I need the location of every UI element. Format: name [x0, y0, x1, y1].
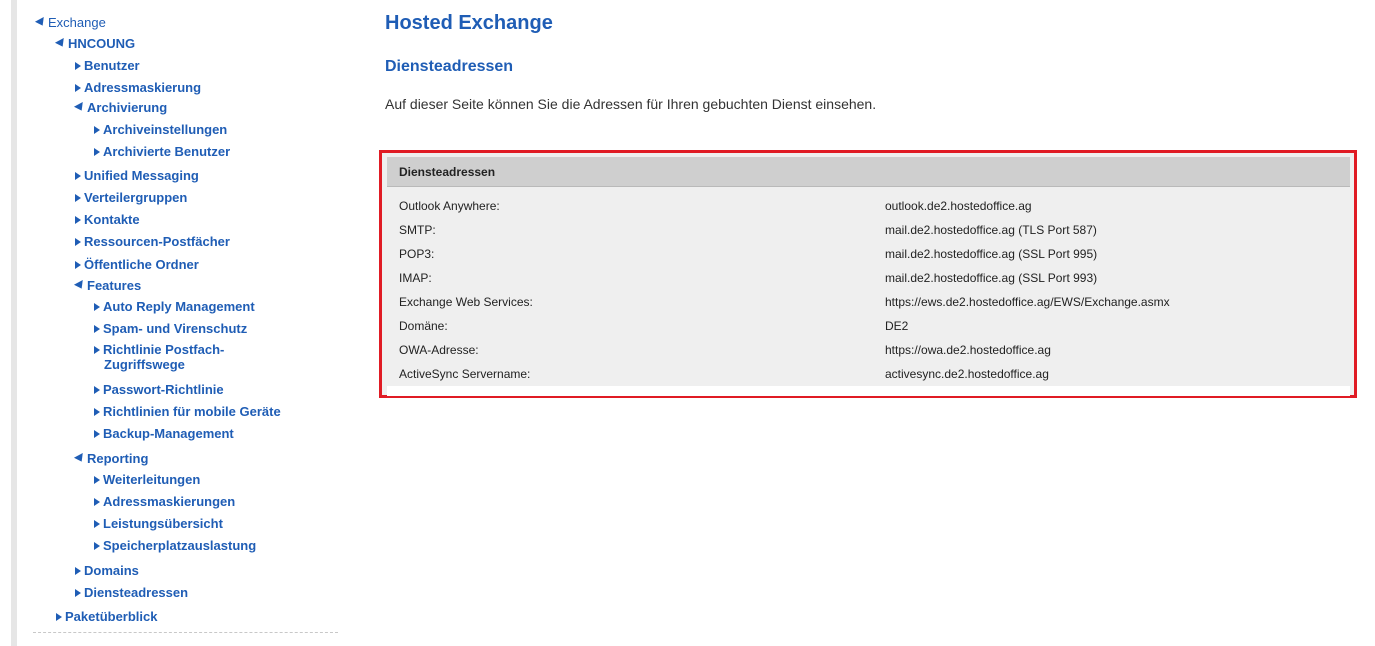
intro-text: Auf dieser Seite können Sie die Adressen… [385, 96, 877, 112]
collapsed-triangle-icon [94, 497, 100, 506]
section-title: Diensteadressen [385, 58, 514, 75]
sidebar-item-oeffentliche-ordner[interactable]: Öffentliche Ordner [75, 257, 199, 272]
collapsed-triangle-icon [94, 541, 100, 550]
sidebar-item-archiveinstellungen[interactable]: Archiveinstellungen [94, 122, 227, 137]
sidebar-item-archivierte-benutzer[interactable]: Archivierte Benutzer [94, 144, 230, 159]
collapsed-triangle-icon [94, 147, 100, 156]
service-addresses-panel: Diensteadressen Outlook Anywhere: outlook… [379, 150, 1357, 398]
sidebar-item-benutzer[interactable]: Benutzer [75, 58, 140, 73]
panel-header: Diensteadressen [387, 157, 1350, 187]
collapsed-triangle-icon [75, 61, 81, 70]
sidebar-item-adressmaskierungen[interactable]: Adressmaskierungen [94, 494, 235, 509]
sidebar-item-speicherplatzauslastung[interactable]: Speicherplatzauslastung [94, 538, 256, 553]
expanded-triangle-icon [73, 102, 87, 114]
sidebar-item-archivierung[interactable]: Archivierung [73, 100, 167, 115]
address-value: mail.de2.hostedoffice.ag (SSL Port 995) [885, 247, 1098, 261]
collapsed-triangle-icon [94, 429, 100, 438]
address-value: DE2 [885, 319, 909, 333]
address-key: Outlook Anywhere: [399, 199, 500, 213]
list-item: IMAP: mail.de2.hostedoffice.ag (SSL Port … [399, 267, 1339, 291]
collapsed-triangle-icon [94, 324, 100, 333]
sidebar-item-backup-management[interactable]: Backup-Management [94, 426, 234, 441]
sidebar-item-richtlinien-mobile-geraete[interactable]: Richtlinien für mobile Geräte [94, 404, 281, 419]
sidebar-item-richtlinie-postfach-zugriffswege[interactable]: Richtlinie Postfach- Zugriffswege [94, 342, 224, 372]
list-item: Outlook Anywhere: outlook.de2.hostedoffic… [399, 195, 1339, 219]
list-item: ActiveSync Servername: activesync.de2.hos… [399, 363, 1339, 387]
panel-footer-strip [387, 386, 1350, 396]
sidebar-item-unified-messaging[interactable]: Unified Messaging [75, 168, 199, 183]
address-value: mail.de2.hostedoffice.ag (SSL Port 993) [885, 271, 1098, 285]
collapsed-triangle-icon [56, 612, 62, 621]
expanded-triangle-icon [73, 280, 87, 292]
list-item: POP3: mail.de2.hostedoffice.ag (SSL Port … [399, 243, 1339, 267]
collapsed-triangle-icon [75, 566, 81, 575]
page-title: Hosted Exchange [385, 12, 553, 34]
address-value: activesync.de2.hostedoffice.ag [885, 367, 1049, 381]
address-key: POP3: [399, 247, 435, 261]
sidebar-divider [33, 632, 338, 633]
expanded-triangle-icon [54, 38, 68, 50]
collapsed-triangle-icon [75, 215, 81, 224]
sidebar-item-weiterleitungen[interactable]: Weiterleitungen [94, 472, 200, 487]
address-key: IMAP: [399, 271, 432, 285]
sidebar-item-features[interactable]: Features [73, 278, 141, 293]
expanded-triangle-icon [73, 453, 87, 465]
address-value: outlook.de2.hostedoffice.ag [885, 199, 1032, 213]
sidebar-item-paketueberblick[interactable]: Paketüberblick [56, 609, 158, 624]
list-item: Domäne: DE2 [399, 315, 1339, 339]
sidebar-item-kontakte[interactable]: Kontakte [75, 212, 140, 227]
address-value: mail.de2.hostedoffice.ag (TLS Port 587) [885, 223, 1097, 237]
collapsed-triangle-icon [94, 519, 100, 528]
collapsed-triangle-icon [75, 83, 81, 92]
sidebar-item-spam-virenschutz[interactable]: Spam- und Virenschutz [94, 321, 247, 336]
list-item: SMTP: mail.de2.hostedoffice.ag (TLS Port … [399, 219, 1339, 243]
address-key: Exchange Web Services: [399, 295, 533, 309]
address-key: OWA-Adresse: [399, 343, 479, 357]
address-value: https://owa.de2.hostedoffice.ag [885, 343, 1051, 357]
collapsed-triangle-icon [94, 345, 100, 354]
sidebar-item-auto-reply-management[interactable]: Auto Reply Management [94, 299, 255, 314]
sidebar-item-exchange[interactable]: Exchange [34, 15, 106, 30]
sidebar-item-diensteadressen[interactable]: Diensteadressen [75, 585, 188, 600]
sidebar-item-verteilergruppen[interactable]: Verteilergruppen [75, 190, 187, 205]
sidebar-item-leistungsuebersicht[interactable]: Leistungsübersicht [94, 516, 223, 531]
sidebar-item-adressmaskierung[interactable]: Adressmaskierung [75, 80, 201, 95]
service-addresses-list: Outlook Anywhere: outlook.de2.hostedoffic… [399, 195, 1339, 387]
collapsed-triangle-icon [75, 193, 81, 202]
collapsed-triangle-icon [94, 302, 100, 311]
collapsed-triangle-icon [94, 475, 100, 484]
list-item: OWA-Adresse: https://owa.de2.hostedoffice… [399, 339, 1339, 363]
sidebar-item-passwort-richtlinie[interactable]: Passwort-Richtlinie [94, 382, 224, 397]
sidebar-item-hncoung[interactable]: HNCOUNG [54, 36, 135, 51]
collapsed-triangle-icon [75, 260, 81, 269]
expanded-triangle-icon [34, 17, 48, 29]
collapsed-triangle-icon [94, 385, 100, 394]
address-key: Domäne: [399, 319, 448, 333]
collapsed-triangle-icon [94, 125, 100, 134]
sidebar-item-reporting[interactable]: Reporting [73, 451, 148, 466]
address-key: ActiveSync Servername: [399, 367, 531, 381]
list-item: Exchange Web Services: https://ews.de2.ho… [399, 291, 1339, 315]
collapsed-triangle-icon [75, 237, 81, 246]
sidebar-item-domains[interactable]: Domains [75, 563, 139, 578]
collapsed-triangle-icon [94, 407, 100, 416]
address-key: SMTP: [399, 223, 436, 237]
sidebar-item-ressourcen-postfaecher[interactable]: Ressourcen-Postfächer [75, 234, 230, 249]
sidebar-nav: Exchange HNCOUNG Benutzer Adressmaskieru… [0, 0, 360, 646]
address-value: https://ews.de2.hostedoffice.ag/EWS/Exch… [885, 295, 1170, 309]
collapsed-triangle-icon [75, 588, 81, 597]
collapsed-triangle-icon [75, 171, 81, 180]
